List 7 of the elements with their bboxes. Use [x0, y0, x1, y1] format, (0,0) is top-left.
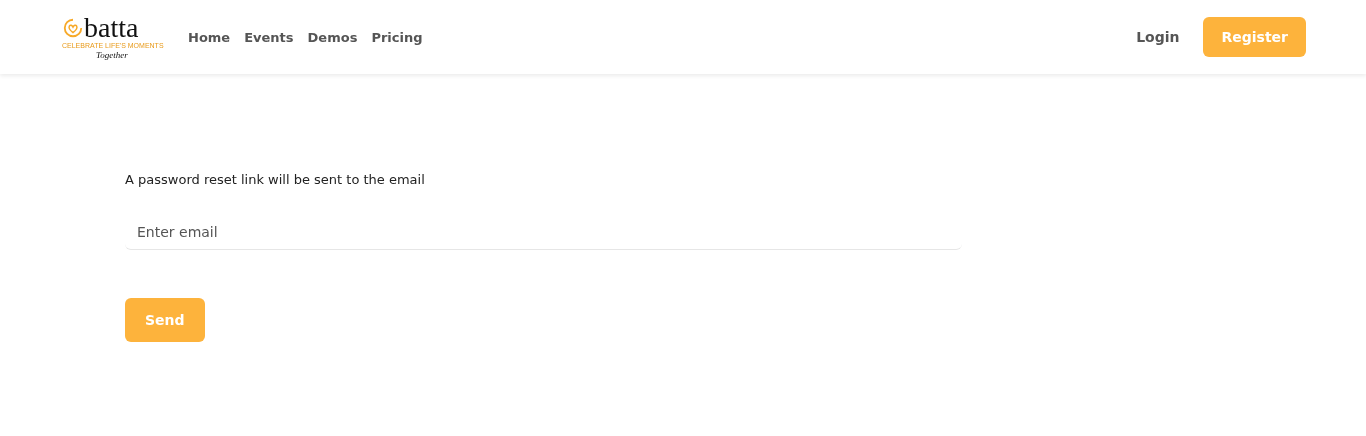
login-link[interactable]: Login — [1136, 29, 1180, 45]
reset-instructions: A password reset link will be sent to the email — [125, 171, 425, 189]
nav-link[interactable]: Events — [244, 29, 294, 45]
nav-link[interactable]: Home — [188, 29, 231, 45]
nav-link[interactable]: Demos — [307, 29, 358, 45]
heart-circle-icon — [62, 16, 84, 39]
nav-link[interactable]: Pricing — [371, 29, 423, 45]
